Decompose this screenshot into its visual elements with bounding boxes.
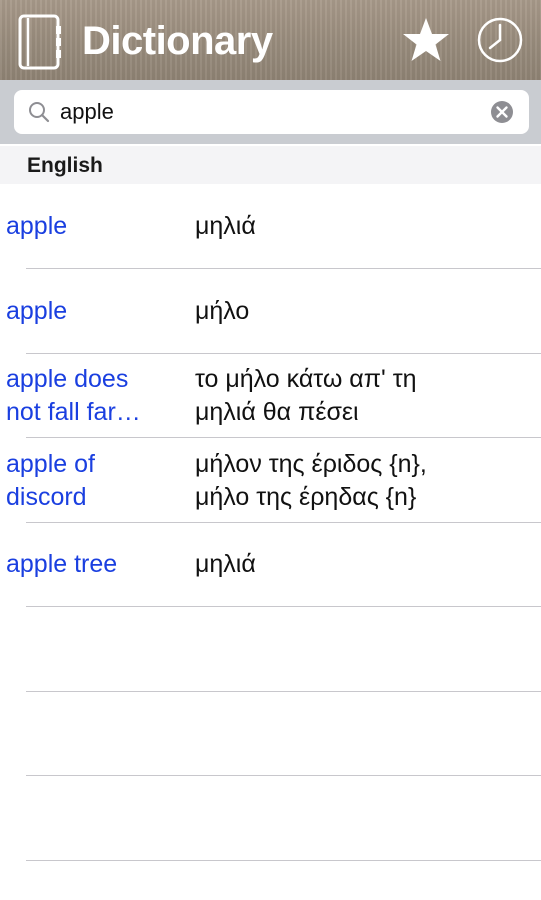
result-translation: μηλιά	[195, 212, 256, 240]
section-header: English	[0, 146, 541, 184]
result-row[interactable]: apple μήλο	[0, 270, 541, 354]
empty-row-divider	[26, 775, 541, 776]
section-label: English	[27, 154, 103, 177]
result-term[interactable]: apple of discord	[6, 448, 176, 514]
history-clock-icon[interactable]	[476, 16, 524, 64]
clear-icon[interactable]	[490, 100, 514, 124]
search-field[interactable]	[14, 90, 529, 134]
result-translation: μηλιά	[195, 550, 256, 578]
empty-row-divider	[26, 860, 541, 861]
result-translation: μήλο	[195, 297, 250, 325]
result-translation: το μήλο κάτω απ' τη μηλιά θα πέσει	[195, 365, 417, 426]
result-translation: μήλον της έριδος {n}, μήλο της έρηδας {n…	[195, 450, 427, 511]
page-title: Dictionary	[82, 19, 273, 63]
row-divider	[26, 606, 541, 607]
search-input[interactable]	[60, 90, 480, 134]
result-term[interactable]: apple	[6, 210, 176, 243]
result-term[interactable]: apple	[6, 295, 176, 328]
book-icon[interactable]	[16, 14, 64, 70]
search-icon	[29, 102, 50, 123]
row-divider	[26, 437, 541, 438]
search-bar	[0, 80, 541, 144]
result-row[interactable]: apple of discord μήλον της έριδος {n}, μ…	[0, 439, 541, 523]
app-header: Dictionary	[0, 0, 541, 80]
result-row[interactable]: apple tree μηλιά	[0, 523, 541, 607]
favorites-star-icon[interactable]	[401, 16, 451, 64]
result-row[interactable]: apple does not fall far… το μήλο κάτω απ…	[0, 354, 541, 438]
row-divider	[26, 268, 541, 269]
result-term[interactable]: apple does not fall far…	[6, 363, 176, 429]
result-term[interactable]: apple tree	[6, 548, 176, 581]
result-row[interactable]: apple μηλιά	[0, 185, 541, 269]
empty-row-divider	[26, 691, 541, 692]
